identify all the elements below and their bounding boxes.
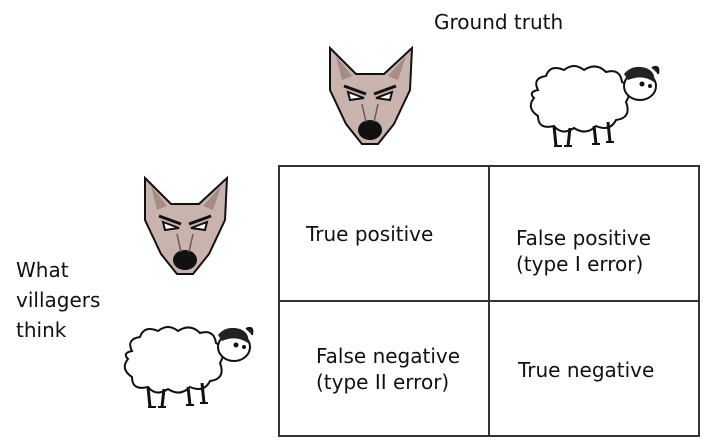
cell-false-positive: False positive (type I error) [516,225,651,277]
confusion-matrix: True positive False positive (type I err… [278,165,700,437]
row-label-line-3: think [16,318,67,342]
false-positive-line-1: False positive [516,226,652,250]
false-negative-line-1: False negative [316,344,461,368]
true-positive-text: True positive [306,222,434,246]
cell-false-negative: False negative (type II error) [316,343,460,395]
row-label-line-2: villagers [16,288,101,312]
false-positive-line-2: (type I error) [516,252,644,276]
sheep-icon-column [529,65,660,147]
false-negative-line-2: (type II error) [316,370,450,394]
sheep-icon-row [123,326,254,408]
row-label-line-1: What [16,258,69,282]
wolf-icon-column [329,45,414,145]
cell-true-positive: True positive [306,221,433,247]
true-negative-text: True negative [518,358,655,382]
cell-true-negative: True negative [518,357,654,383]
villagers-think-label: What villagers think [16,255,100,345]
grid-line-left [278,165,280,437]
grid-line-center [488,165,490,437]
ground-truth-label: Ground truth [434,10,564,34]
wolf-icon-row [144,175,229,275]
grid-line-right [698,165,700,437]
